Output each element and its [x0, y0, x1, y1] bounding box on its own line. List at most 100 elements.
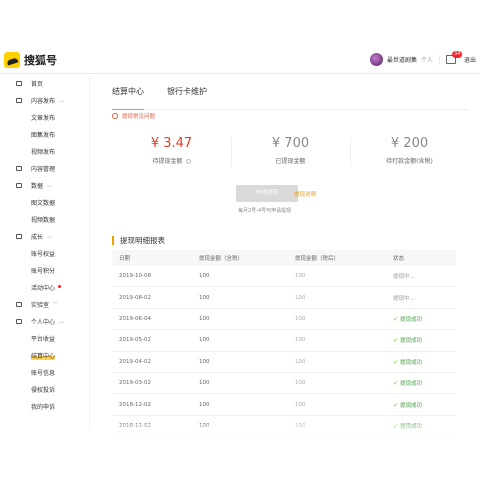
cell-date: 2019-04-02: [119, 358, 151, 365]
sidebar-item-label: 账号权益: [31, 251, 56, 258]
tab-bank-card[interactable]: 银行卡维护: [167, 80, 207, 110]
chevron-down-icon: ﹀: [53, 302, 59, 308]
sidebar-group-data[interactable]: 数据 ︿: [0, 177, 89, 194]
sidebar-item-platform-income[interactable]: 平台收益: [0, 330, 89, 347]
column-header: 日期: [119, 256, 131, 262]
table-row: 2018-12-02 100 100 ✓ 提现成功: [112, 394, 456, 416]
cell-amount-post-tax: 100: [295, 273, 306, 280]
sidebar-item-account-info[interactable]: 账号信息: [0, 364, 89, 381]
section-title: 提现明细报表: [112, 236, 165, 245]
tab-settlement[interactable]: 结算中心: [112, 80, 144, 110]
sidebar-item-article-data[interactable]: 图文数据: [0, 194, 89, 211]
faq-link[interactable]: 提现常见问题: [122, 112, 155, 120]
sidebar-item-label: 视频数据: [31, 217, 56, 224]
cell-status: 提现中...: [393, 272, 456, 280]
table-row: 2019-03-02 100 100 ✓ 提现成功: [112, 373, 456, 395]
withdraw-info-link[interactable]: 提现说明: [294, 190, 316, 198]
sidebar-group-growth[interactable]: 成长 ︿: [0, 228, 89, 245]
status-text: 提现成功: [400, 402, 423, 409]
sidebar-item-account-points[interactable]: 账号积分: [0, 262, 89, 279]
stat-value: ¥ 200: [390, 136, 429, 151]
faq-tip[interactable]: 提现常见问题: [112, 112, 155, 120]
sidebar-item-content-manage[interactable]: 内容管理: [0, 160, 89, 177]
chevron-up-icon: ︿: [47, 234, 53, 240]
user-name[interactable]: 最世道剧集: [387, 55, 417, 64]
sidebar-group-lab[interactable]: 实验室 ﹀: [0, 296, 89, 313]
logo-text: 搜狐号: [24, 54, 57, 67]
check-icon: ✓: [393, 358, 399, 366]
check-icon: ✓: [393, 315, 399, 323]
sidebar-item-settlement[interactable]: 结算中心: [0, 347, 89, 364]
stat-withdrawn: ¥ 700 已提现金额: [231, 135, 350, 175]
sidebar-item-label: 账号信息: [31, 370, 56, 377]
sidebar-group-personal[interactable]: 个人中心 ︿: [0, 313, 89, 330]
table-row: 2019-10-08 100 100 提现中...: [112, 266, 456, 288]
cell-status: ✓提现成功: [393, 336, 456, 344]
home-icon: [16, 81, 22, 86]
chart-icon: [16, 183, 22, 188]
clock-icon: [112, 113, 118, 119]
cell-amount-pre-tax: 100: [199, 401, 210, 408]
cell-date: 2019-08-02: [119, 294, 151, 301]
logout-button[interactable]: 退出: [464, 55, 476, 64]
cell-status: ✓提现成功: [393, 401, 456, 409]
new-dot: [58, 284, 62, 288]
table-row: 2019-04-02 100 100 ✓ 提现成功: [112, 352, 456, 373]
cell-date: 2019-05-02: [119, 337, 151, 344]
pen-icon: [16, 98, 22, 103]
sohu-fox-icon: [4, 52, 20, 68]
withdraw-table: 日期 提现金额（含税） 提现金额（税后） 状态 2019-10-08 100 100…: [112, 250, 456, 438]
table-row: 2019-06-04 100 100 ✓ 提现成功: [112, 309, 456, 331]
sidebar-item-label: 结算中心: [31, 351, 56, 360]
cell-amount-pre-tax: 100: [199, 294, 210, 301]
sidebar-item-account-rights[interactable]: 账号权益: [0, 245, 89, 262]
sidebar-item-label: 平台收益: [31, 336, 56, 343]
leaf-icon: [16, 234, 22, 239]
info-icon[interactable]: [185, 159, 191, 164]
sidebar-item-video-publish[interactable]: 视频发布: [0, 143, 89, 160]
sidebar-item-infringement[interactable]: 侵权投诉: [0, 381, 89, 398]
sidebar-item-label: 内容管理: [31, 166, 56, 173]
cell-status: 提现中...: [393, 294, 456, 302]
balance-stats: ¥ 3.47 待提现金额 ¥ 700 已提现金额 ¥ 200 待打款金额(含税): [112, 135, 469, 175]
sidebar-item-article-publish[interactable]: 文章发布: [0, 109, 89, 126]
cell-status: ✓提现成功: [393, 315, 456, 323]
sidebar-item-activity-center[interactable]: 活动中心: [0, 279, 89, 296]
status-text: 提现成功: [400, 359, 423, 366]
message-icon[interactable]: 34: [445, 51, 463, 64]
tab-bar: 结算中心 银行卡维护: [112, 80, 469, 110]
sidebar-item-label: 个人中心: [31, 319, 56, 326]
sidebar-group-publish[interactable]: 内容发布 ︿: [0, 92, 89, 109]
sidebar-item-label: 图集发布: [31, 132, 56, 139]
flask-icon: [16, 302, 22, 307]
column-header: 状态: [393, 256, 405, 262]
check-icon: ✓: [393, 380, 399, 388]
sidebar-item-video-data[interactable]: 视频数据: [0, 211, 89, 228]
stat-pending-withdraw: ¥ 3.47 待提现金额: [112, 135, 231, 175]
stat-label: 已提现金额: [275, 158, 306, 165]
column-header: 提现金额（税后）: [295, 256, 340, 262]
header-divider: [438, 54, 440, 65]
stat-label-text: 待提现金额: [152, 158, 183, 165]
status-text: 提现成功: [400, 338, 423, 345]
chevron-up-icon: ︿: [59, 319, 65, 325]
stat-label: 待打款金额(含税): [386, 158, 433, 165]
sidebar-item-label: 我的申诉: [31, 404, 56, 411]
sidebar-item-label: 侵权投诉: [31, 387, 56, 394]
cell-date: 2019-03-02: [119, 380, 151, 387]
top-header: 搜狐号 最世道剧集 个人 34 退出: [0, 48, 480, 74]
logo[interactable]: 搜狐号: [4, 52, 57, 68]
sidebar-item-appeal[interactable]: 我的申诉: [0, 398, 89, 415]
table-header: 日期 提现金额（含税） 提现金额（税后） 状态: [112, 250, 456, 266]
stat-value: ¥ 3.47: [150, 136, 193, 151]
table-row: 2019-08-02 100 100 提现中...: [112, 287, 456, 309]
sidebar-item-gallery-publish[interactable]: 图集发布: [0, 126, 89, 143]
status-text: 提现成功: [400, 316, 423, 323]
stat-value: ¥ 700: [271, 136, 310, 151]
apply-withdraw-button[interactable]: 申请提现: [236, 185, 298, 202]
cell-amount-pre-tax: 100: [199, 337, 210, 344]
stat-pending-payment: ¥ 200 待打款金额(含税): [350, 135, 469, 175]
sidebar-item-label: 成长: [31, 234, 44, 241]
sidebar-item-home[interactable]: 首页: [0, 75, 89, 92]
avatar[interactable]: [369, 53, 383, 66]
